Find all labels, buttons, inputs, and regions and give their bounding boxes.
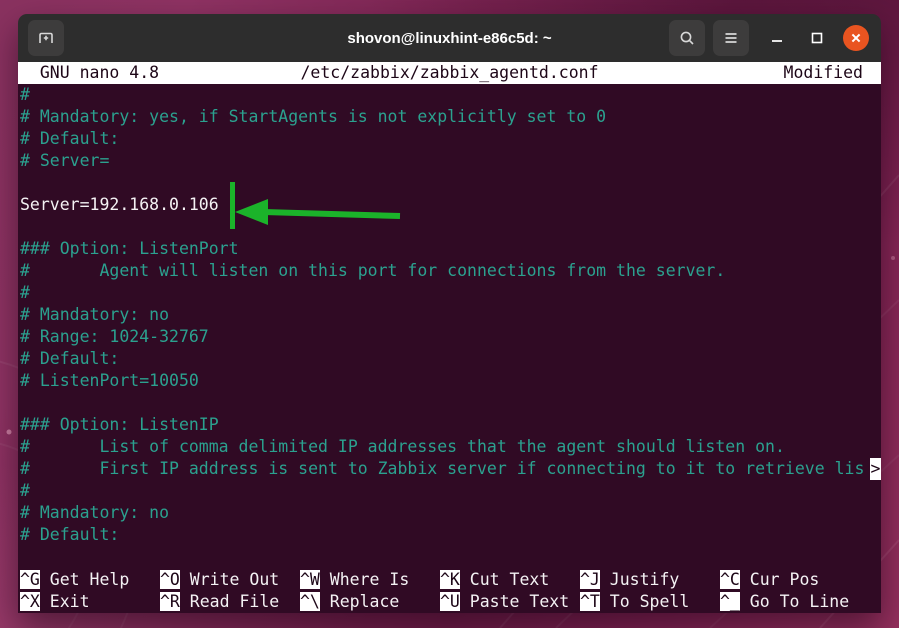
shortcut-key: ^J — [580, 570, 600, 589]
new-tab-button[interactable] — [28, 20, 64, 56]
shortcut-key: ^T — [580, 592, 600, 611]
editor-line: ### Option: ListenPort — [18, 238, 881, 260]
shortcut-go-to-line: ^_ Go To Line — [720, 591, 849, 613]
shortcut-justify: ^J Justify — [580, 569, 679, 591]
minimize-button[interactable] — [765, 26, 789, 50]
shortcut-label: Cur Pos — [739, 570, 820, 589]
editor-line: # Mandatory: no — [18, 502, 881, 524]
menu-button[interactable] — [713, 20, 749, 56]
shortcut-get-help: ^G Get Help — [20, 569, 129, 591]
editor-line-text: ### Option: ListenPort — [20, 239, 239, 258]
shortcut-key: ^R — [160, 592, 180, 611]
shortcut-key: ^X — [20, 592, 40, 611]
shortcut-key: ^W — [300, 570, 320, 589]
editor-line: # — [18, 282, 881, 304]
shortcut-label: Cut Text — [459, 570, 550, 589]
terminal-window: shovon@linuxhint-e86c5d: ~ GNU nano 4.8 … — [18, 14, 881, 613]
new-tab-icon — [39, 32, 53, 43]
editor-line: # Agent will listen on this port for con… — [18, 260, 881, 282]
shortcut-cut-text: ^K Cut Text — [440, 569, 549, 591]
shortcut-key: ^\ — [300, 592, 320, 611]
search-button[interactable] — [669, 20, 705, 56]
shortcut-read-file: ^R Read File — [160, 591, 279, 613]
editor-line: # List of comma delimited IP addresses t… — [18, 436, 881, 458]
editor-line-text: Server=192.168.0.106 — [20, 195, 219, 214]
shortcut-label: Exit — [39, 592, 90, 611]
editor-line-text: # Default: — [20, 349, 120, 368]
shortcut-key: ^U — [440, 592, 460, 611]
editor-line: # Default: — [18, 524, 881, 546]
shortcut-where-is: ^W Where Is — [300, 569, 409, 591]
editor-line-text: # First IP address is sent to Zabbix ser… — [20, 459, 865, 478]
editor-line: # Mandatory: yes, if StartAgents is not … — [18, 106, 881, 128]
editor-lines[interactable]: # # Mandatory: yes, if StartAgents is not… — [18, 84, 881, 546]
shortcut-label: Read File — [179, 592, 280, 611]
editor-line-text: ### Option: ListenIP — [20, 415, 219, 434]
editor-line-text: # Mandatory: yes, if StartAgents is not … — [20, 107, 607, 126]
shortcut-cur-pos: ^C Cur Pos — [720, 569, 819, 591]
shortcut-label: Go To Line — [739, 592, 850, 611]
search-icon — [680, 31, 694, 45]
shortcut-row-2: ^X Exit ^R Read File ^\ Replace ^U Paste Te… — [18, 591, 881, 613]
editor-line: # Default: — [18, 348, 881, 370]
shortcut-key: ^_ — [720, 592, 740, 611]
shortcut-write-out: ^O Write Out — [160, 569, 279, 591]
shortcut-key: ^O — [160, 570, 180, 589]
editor-line-text: # Range: 1024-32767 — [20, 327, 209, 346]
shortcut-label: Write Out — [179, 570, 280, 589]
shortcut-row-1: ^G Get Help ^O Write Out ^W Where Is ^K Cut… — [18, 569, 881, 591]
shortcut-label: To Spell — [599, 592, 690, 611]
editor-line: # First IP address is sent to Zabbix ser… — [18, 458, 881, 480]
close-icon — [851, 33, 861, 43]
editor-line-text: # Default: — [20, 525, 120, 544]
editor-line: # — [18, 84, 881, 106]
editor-line: # Default: — [18, 128, 881, 150]
minimize-icon — [772, 40, 782, 42]
shortcut-label: Replace — [319, 592, 400, 611]
editor-line-text: # List of comma delimited IP addresses t… — [20, 437, 785, 456]
shortcut-to-spell: ^T To Spell — [580, 591, 689, 613]
nano-header: GNU nano 4.8 /etc/zabbix/zabbix_agentd.c… — [18, 62, 881, 84]
shortcut-label: Where Is — [319, 570, 410, 589]
maximize-button[interactable] — [805, 26, 829, 50]
editor-line-text: # Server= — [20, 151, 110, 170]
editor-line-text: # Mandatory: no — [20, 503, 170, 522]
editor-line-text: # Mandatory: no — [20, 305, 170, 324]
editor-line-text: # Default: — [20, 129, 120, 148]
hamburger-menu-icon — [725, 33, 737, 43]
editor-line: # Server= — [18, 150, 881, 172]
editor-line: ### Option: ListenIP — [18, 414, 881, 436]
editor-line-text: # — [20, 85, 30, 104]
editor-line: # Range: 1024-32767 — [18, 326, 881, 348]
titlebar[interactable]: shovon@linuxhint-e86c5d: ~ — [18, 14, 881, 62]
editor-line: # Mandatory: no — [18, 304, 881, 326]
editor-line: # ListenPort=10050 — [18, 370, 881, 392]
editor-line-text: # — [20, 481, 30, 500]
shortcut-paste-text: ^U Paste Text — [440, 591, 569, 613]
close-button[interactable] — [843, 25, 869, 51]
shortcut-exit: ^X Exit — [20, 591, 90, 613]
editor-line-text: # Agent will listen on this port for con… — [20, 261, 726, 280]
nano-editor[interactable]: GNU nano 4.8 /etc/zabbix/zabbix_agentd.c… — [18, 62, 881, 613]
shortcut-key: ^K — [440, 570, 460, 589]
shortcut-key: ^G — [20, 570, 40, 589]
editor-line: Server=192.168.0.106 — [18, 194, 881, 216]
editor-line-text: # — [20, 283, 30, 302]
line-overflow-marker: > — [870, 458, 881, 480]
shortcut-label: Get Help — [39, 570, 130, 589]
shortcut-replace: ^\ Replace — [300, 591, 399, 613]
editor-line: # — [18, 480, 881, 502]
editor-line-text: # ListenPort=10050 — [20, 371, 199, 390]
maximize-icon — [811, 32, 823, 44]
shortcut-label: Justify — [599, 570, 680, 589]
shortcut-key: ^C — [720, 570, 740, 589]
shortcut-label: Paste Text — [459, 592, 570, 611]
nano-filename: /etc/zabbix/zabbix_agentd.conf — [300, 63, 599, 82]
